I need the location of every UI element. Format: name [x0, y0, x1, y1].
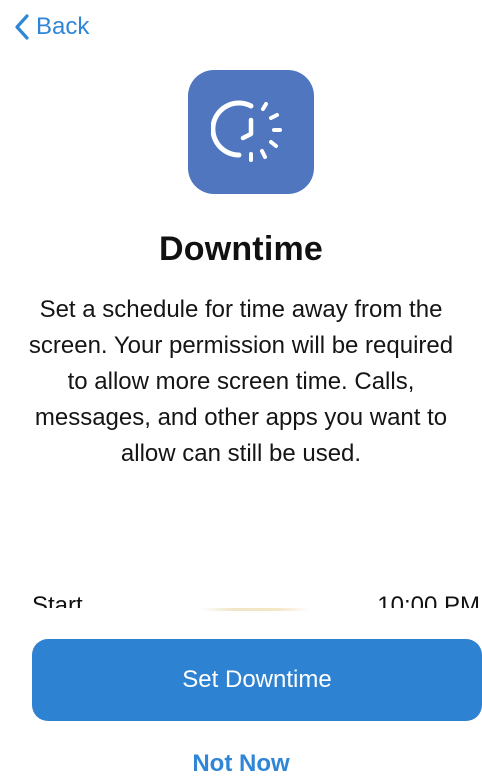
set-downtime-button[interactable]: Set Downtime	[32, 639, 482, 721]
downtime-screen: Back Downtime Set a schedule for time aw…	[0, 0, 482, 783]
back-label: Back	[36, 13, 90, 40]
start-label: Start	[32, 592, 83, 608]
page-description: Set a schedule for time away from the sc…	[28, 296, 454, 467]
not-now-button[interactable]: Not Now	[0, 750, 482, 778]
chevron-left-icon	[15, 14, 29, 40]
downtime-icon	[211, 100, 282, 162]
page-title: Downtime	[158, 230, 324, 268]
row-divider	[200, 608, 310, 611]
downtime-app-icon	[188, 70, 314, 194]
back-button[interactable]: Back	[12, 10, 89, 44]
start-value: 10:00 PM	[377, 592, 480, 608]
start-time-row[interactable]: Start 10:00 PM	[32, 586, 482, 608]
